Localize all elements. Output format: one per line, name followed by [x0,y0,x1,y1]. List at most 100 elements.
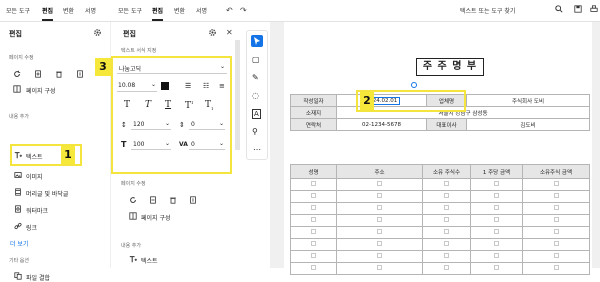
tab-sign[interactable]: 서명 [85,6,96,15]
char-spacing-select[interactable]: 0 ⌄ [189,119,225,130]
edit-panel-right: 편집 ✕ 텍스트 서식 지정 나눔고딕 ⌄ 10.08 ⌄ ☰ ☷ ≡ T T … [95,22,240,268]
extract-icon[interactable] [76,70,84,78]
link-item[interactable]: 링크 [26,223,37,232]
font-name-select[interactable]: 나눔고딕 ⌄ [117,62,227,74]
close-icon[interactable]: ✕ [226,28,233,37]
char-spacing-value: 0 [191,121,195,128]
company-value[interactable]: 주식회사 도비 [466,94,590,107]
image-item[interactable]: 이미지 [26,172,43,181]
tab-convert[interactable]: 변환 [63,6,74,15]
font-size-value: 10.08 [118,82,136,89]
add-comment-icon[interactable]: ▢ [252,55,260,64]
horizontal-scale-icon: T [121,140,127,149]
label-location: 소재지 [290,106,337,119]
scale-select[interactable]: 100 ⌄ [131,139,171,150]
col-name: 성명 [290,164,337,179]
section-other-options: 기타 옵션 [9,258,29,264]
rotate-icon-2[interactable] [129,196,137,204]
table-row [290,178,590,191]
add-text-item[interactable]: 텍스트 [26,152,43,161]
doc-title: 주 주 명 부 [416,58,484,76]
table-row [290,238,590,251]
superscript-icon[interactable]: T1 [185,100,194,111]
label-ceo: 대표이사 [426,118,467,131]
page-layout-item[interactable]: 페이지 구성 [26,86,56,95]
col-amount: 소유주식 금액 [522,164,590,179]
merge-icon [14,272,22,280]
watermark-item[interactable]: 워터마크 [26,206,48,215]
ceo-value[interactable]: 김도비 [466,118,590,131]
add-text-item-2[interactable]: 텍스트 [141,256,158,265]
select-tool-icon[interactable] [251,35,263,47]
gear-icon-2[interactable] [208,28,217,37]
chevron-down-icon: ⌄ [164,120,170,127]
table-row [290,214,590,227]
font-color-swatch[interactable] [161,82,169,90]
table-row [290,202,590,215]
tab-edit-2[interactable]: 편집 [152,6,164,21]
print-icon[interactable] [590,5,598,13]
annotation-3: 3 [95,58,111,76]
document-area: 주 주 명 부 작성일자 2024.02.01 업체명 주식회사 도비 소재지 … [270,22,600,275]
align-icon[interactable]: ≡ [219,82,225,90]
stamp-icon[interactable]: ⚲ [252,127,258,136]
gear-icon[interactable] [93,28,102,37]
chevron-down-icon: ⌄ [218,140,224,147]
line-spacing-select[interactable]: 120 ⌄ [131,119,171,130]
tab-all-tools[interactable]: 모든 도구 [6,6,30,15]
insert-page-icon[interactable] [34,70,42,78]
redo-icon[interactable]: ↷ [240,6,247,15]
vertical-toolbar: ▢ ✎ ◌ A ⚲ ⋯ [246,30,268,160]
rotate-handle[interactable] [411,82,417,88]
add-text-icon-2 [129,255,137,263]
chevron-down-icon: ⌄ [164,140,170,147]
col-price: 1 주당 금액 [470,164,523,179]
more-link[interactable]: 더 보기 [10,239,28,248]
save-icon[interactable] [574,5,582,13]
tab-all-tools-2[interactable]: 모든 도구 [118,6,142,15]
numbered-list-icon[interactable]: ☷ [203,82,209,90]
merge-files-item[interactable]: 파일 결합 [26,273,50,282]
panel-title: 편집 [9,30,22,38]
top-toolbar: 모든 도구 편집 변환 서명 모든 도구 편집 변환 서명 ↶ ↷ 텍스트 또는… [0,0,600,22]
label-date: 작성일자 [290,94,337,107]
image-icon [14,171,22,179]
delete-icon[interactable] [55,70,63,78]
col-shares: 소유 주식수 [422,164,471,179]
rotate-icon[interactable] [13,70,21,78]
tab-convert-2[interactable]: 변환 [174,6,185,15]
lasso-icon[interactable]: ◌ [252,91,259,100]
search-field[interactable]: 텍스트 또는 도구 찾기 [460,5,552,17]
text-style-italic-icon[interactable]: T [145,100,151,110]
text-style-underline-icon[interactable]: T [165,100,171,110]
table-row [290,262,590,275]
header-footer-icon [14,188,22,196]
undo-icon[interactable]: ↶ [226,6,233,15]
search-placeholder: 텍스트 또는 도구 찾기 [460,8,516,15]
chevron-down-icon: ⌄ [218,120,224,127]
font-size-select[interactable]: 10.08 ⌄ [117,81,157,92]
subscript-icon[interactable]: T1 [205,100,214,111]
annotation-2: 2 [360,92,374,110]
pen-icon[interactable]: ✎ [252,73,259,82]
header-footer-item[interactable]: 머리글 및 바닥글 [26,189,68,198]
page-layout-item-2[interactable]: 페이지 구성 [141,213,171,222]
line-spacing-value: 120 [133,121,145,128]
chevron-down-icon: ⌄ [219,63,225,70]
more-icon[interactable]: ⋯ [253,145,261,154]
search-icon[interactable] [555,5,563,13]
delete-icon-2[interactable] [169,196,177,204]
extract-icon-2[interactable] [189,196,197,204]
bullet-list-icon[interactable]: ☰ [185,82,191,90]
tab-sign-2[interactable]: 서명 [196,6,207,15]
scale-value: 100 [133,141,145,148]
text-box-icon[interactable]: A [252,109,261,119]
kerning-select[interactable]: 0 ⌄ [189,139,225,150]
page-layout-icon [13,85,21,93]
text-style-normal-icon[interactable]: T [124,100,130,110]
contact-value[interactable]: 02-1234-5678 [336,118,427,131]
insert-page-icon-2[interactable] [149,196,157,204]
tab-edit[interactable]: 편집 [42,6,54,21]
section-page-edit-2: 페이지 수정 [121,181,146,187]
scrollbar[interactable] [235,40,240,150]
